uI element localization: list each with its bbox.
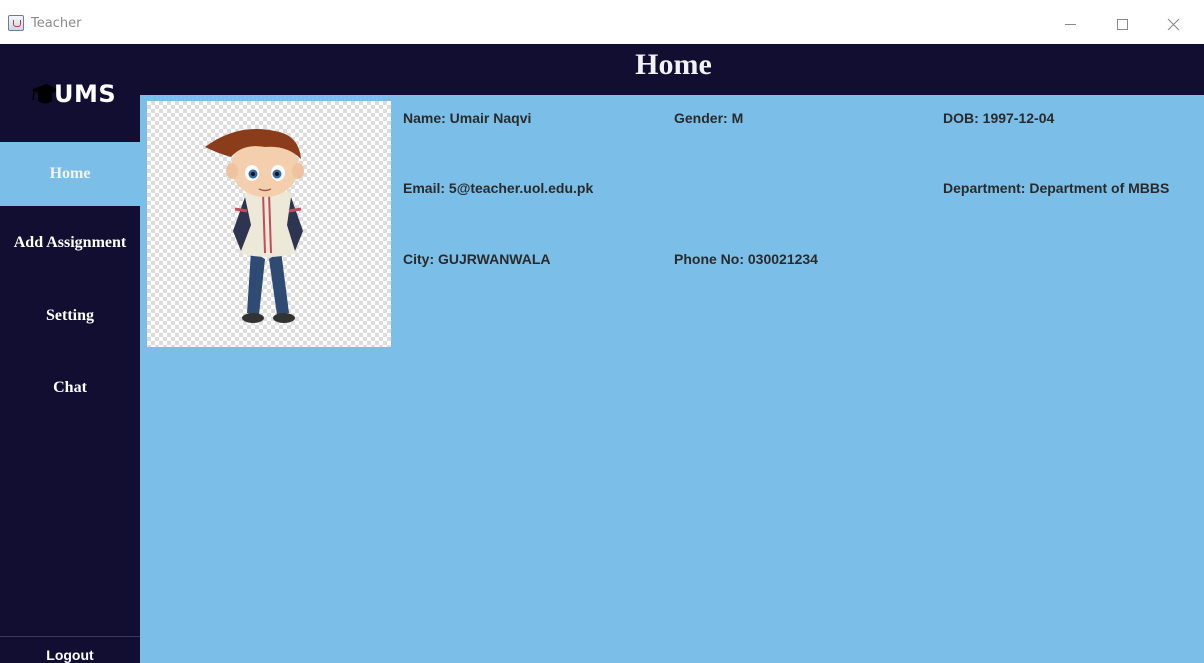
teacher-gender: Gender: M: [674, 110, 744, 126]
sidebar-item-add-assignment[interactable]: Add Assignment: [0, 211, 140, 275]
sidebar-item-setting[interactable]: Setting: [0, 284, 140, 348]
page-header: Home: [0, 44, 1204, 95]
logo-text: UMS: [54, 80, 117, 108]
minimize-icon: [1064, 23, 1076, 25]
minimize-button[interactable]: [1047, 10, 1093, 38]
app-logo: UMS: [30, 76, 116, 112]
close-button[interactable]: [1150, 10, 1196, 38]
profile-picture: [147, 101, 391, 347]
close-icon: [1167, 18, 1179, 30]
teacher-city: City: GUJRWANWALA: [403, 251, 551, 267]
maximize-icon: [1116, 18, 1128, 30]
teacher-department: Department: Department of MBBS: [943, 180, 1170, 196]
window-title: Teacher: [31, 16, 82, 31]
teacher-phone: Phone No: 030021234: [674, 251, 818, 267]
teacher-name: Name: Umair Naqvi: [403, 110, 532, 126]
java-cup-icon: [8, 15, 24, 31]
cartoon-boy-avatar-image: [205, 129, 304, 323]
teacher-dob: DOB: 1997-12-04: [943, 110, 1055, 126]
sidebar-item-home[interactable]: Home: [0, 142, 140, 206]
teacher-email: Email: 5@teacher.uol.edu.pk: [403, 180, 594, 196]
window-titlebar: Teacher: [0, 0, 1204, 44]
sidebar-item-chat[interactable]: Chat: [0, 356, 140, 420]
maximize-button[interactable]: [1099, 10, 1145, 38]
logout-button[interactable]: Logout: [0, 636, 140, 663]
page-title: Home: [635, 48, 712, 81]
